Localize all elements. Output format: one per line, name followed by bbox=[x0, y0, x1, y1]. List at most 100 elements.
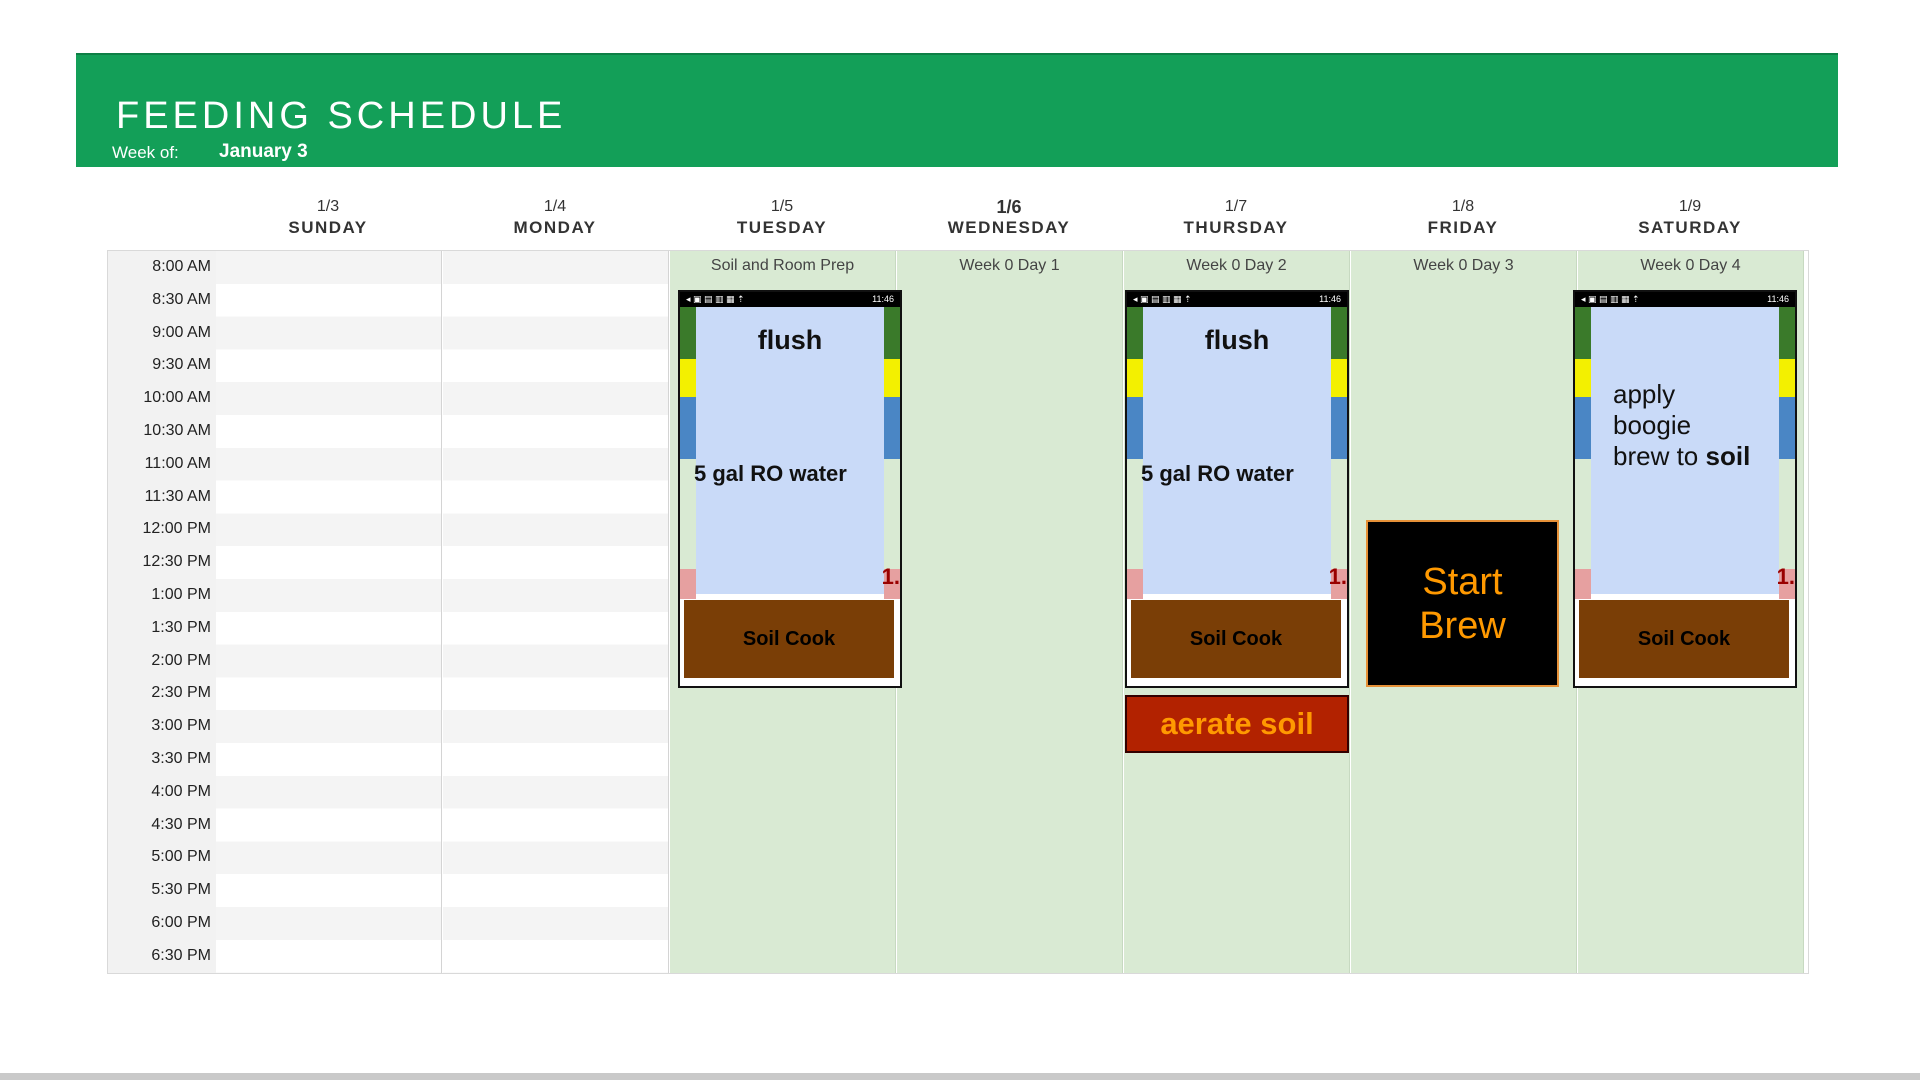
time-label: 11:30 AM bbox=[144, 487, 211, 505]
event-title: flush bbox=[1204, 325, 1270, 355]
event-card-thursday[interactable]: ◂ ▣ ▤ ▥ ▦ ⇡ 11:46 flush 5 gal RO water 1… bbox=[1125, 290, 1349, 688]
status-icons: ◂ ▣ ▤ ▥ ▦ ⇡ bbox=[686, 294, 745, 304]
instruction-line: apply bbox=[1613, 379, 1676, 409]
week-of-value[interactable]: January 3 bbox=[219, 141, 308, 163]
start-brew-event[interactable]: Start Brew bbox=[1366, 520, 1559, 687]
time-label: 4:00 PM bbox=[151, 782, 211, 800]
event-card-saturday[interactable]: ◂ ▣ ▤ ▥ ▦ ⇡ 11:46 apply boogie brew to s… bbox=[1573, 290, 1797, 688]
day-label: Soil and Room Prep bbox=[710, 257, 855, 274]
event-card-tuesday[interactable]: ◂ ▣ ▤ ▥ ▦ ⇡ 11:46 flush 5 gal RO water 1… bbox=[678, 290, 902, 688]
color-stripe bbox=[1331, 359, 1347, 397]
aerate-soil-event[interactable]: aerate soil bbox=[1125, 695, 1349, 753]
event-detail: 5 gal RO water bbox=[1141, 461, 1294, 486]
day-label: Week 0 Day 1 bbox=[959, 257, 1060, 274]
time-label: 6:00 PM bbox=[151, 913, 211, 931]
color-stripe bbox=[884, 307, 900, 359]
time-label: 12:00 PM bbox=[142, 520, 211, 538]
color-stripe bbox=[1127, 569, 1143, 599]
bottom-divider bbox=[0, 1073, 1920, 1080]
time-label: 9:30 AM bbox=[152, 356, 211, 374]
day-date: 1/6 bbox=[996, 197, 1022, 217]
day-label: Week 0 Day 4 bbox=[1640, 257, 1741, 274]
color-stripe bbox=[1127, 359, 1143, 397]
day-date: 1/7 bbox=[1224, 198, 1248, 215]
time-label: 2:30 PM bbox=[151, 684, 211, 702]
instruction-line: boogie bbox=[1613, 410, 1692, 440]
color-stripe bbox=[1779, 397, 1795, 459]
color-stripe bbox=[1127, 397, 1143, 459]
color-stripe bbox=[680, 569, 696, 599]
status-time: 11:46 bbox=[1767, 294, 1789, 304]
time-label: 3:30 PM bbox=[151, 749, 211, 767]
day-date: 1/3 bbox=[316, 198, 340, 215]
event-number: 1. bbox=[1776, 564, 1795, 589]
phone-status-bar: ◂ ▣ ▤ ▥ ▦ ⇡ 11:46 bbox=[1575, 292, 1795, 307]
status-time: 11:46 bbox=[1319, 294, 1341, 304]
status-icons: ◂ ▣ ▤ ▥ ▦ ⇡ bbox=[1133, 294, 1192, 304]
color-stripe bbox=[680, 307, 696, 359]
day-column-monday[interactable] bbox=[443, 251, 669, 973]
header-banner: FEEDING SCHEDULE Week of: January 3 bbox=[76, 53, 1838, 167]
color-stripe bbox=[1127, 307, 1143, 359]
time-label: 5:00 PM bbox=[151, 848, 211, 866]
time-label: 10:00 AM bbox=[143, 389, 211, 407]
color-stripe bbox=[1779, 459, 1795, 569]
phone-status-bar: ◂ ▣ ▤ ▥ ▦ ⇡ 11:46 bbox=[680, 292, 900, 307]
time-label: 1:30 PM bbox=[151, 618, 211, 636]
time-label: 4:30 PM bbox=[151, 815, 211, 833]
event-number: 1. bbox=[1328, 564, 1347, 589]
event-body: flush 5 gal RO water bbox=[694, 307, 884, 594]
time-label: 10:30 AM bbox=[143, 421, 211, 439]
color-stripe bbox=[884, 397, 900, 459]
day-name: SATURDAY bbox=[1638, 218, 1742, 237]
color-stripe bbox=[1575, 307, 1591, 359]
day-name: WEDNESDAY bbox=[947, 218, 1071, 237]
color-stripe bbox=[680, 397, 696, 459]
time-label: 9:00 AM bbox=[152, 323, 211, 341]
day-date: 1/4 bbox=[543, 198, 567, 215]
phone-status-bar: ◂ ▣ ▤ ▥ ▦ ⇡ 11:46 bbox=[1127, 292, 1347, 307]
time-label: 11:00 AM bbox=[144, 454, 211, 472]
color-stripe bbox=[884, 459, 900, 569]
color-stripe bbox=[1575, 569, 1591, 599]
time-label: 2:00 PM bbox=[151, 651, 211, 669]
day-column-sunday[interactable] bbox=[216, 251, 442, 973]
day-name: FRIDAY bbox=[1427, 218, 1499, 237]
day-header-monday: 1/4 MONDAY bbox=[442, 196, 668, 238]
soil-cook-label[interactable]: Soil Cook bbox=[684, 600, 894, 678]
day-date: 1/5 bbox=[770, 198, 794, 215]
color-stripe bbox=[1575, 359, 1591, 397]
time-label: 6:30 PM bbox=[151, 946, 211, 964]
color-stripe bbox=[1779, 359, 1795, 397]
time-label: 8:00 AM bbox=[152, 258, 211, 275]
time-label: 12:30 PM bbox=[142, 553, 211, 571]
day-name: SUNDAY bbox=[288, 218, 368, 237]
color-stripe bbox=[1331, 397, 1347, 459]
time-label: 1:00 PM bbox=[151, 585, 211, 603]
day-label: Week 0 Day 2 bbox=[1186, 257, 1287, 274]
day-header-wednesday: 1/6 WEDNESDAY bbox=[896, 196, 1122, 238]
start-brew-line: Start bbox=[1422, 560, 1503, 603]
day-date: 1/9 bbox=[1678, 198, 1702, 215]
instruction-text: brew to bbox=[1613, 441, 1706, 471]
time-column: 8:00 AM 8:30 AM 9:00 AM 9:30 AM 10:00 AM… bbox=[108, 251, 217, 973]
day-header-saturday: 1/9 SATURDAY bbox=[1577, 196, 1803, 238]
page-title: FEEDING SCHEDULE bbox=[116, 95, 567, 137]
day-column-wednesday[interactable]: Week 0 Day 1 bbox=[897, 251, 1123, 973]
color-stripe bbox=[1779, 307, 1795, 359]
color-stripe bbox=[680, 359, 696, 397]
time-label: 8:30 AM bbox=[152, 290, 211, 308]
event-detail: 5 gal RO water bbox=[694, 461, 847, 486]
soil-cook-label[interactable]: Soil Cook bbox=[1579, 600, 1789, 678]
color-stripe bbox=[1331, 459, 1347, 569]
soil-cook-label[interactable]: Soil Cook bbox=[1131, 600, 1341, 678]
start-brew-line: Brew bbox=[1419, 604, 1506, 647]
event-title: flush bbox=[757, 325, 823, 355]
color-stripe bbox=[1331, 307, 1347, 359]
instruction-line: brew to soil bbox=[1613, 441, 1750, 472]
color-stripe bbox=[1575, 397, 1591, 459]
day-header-friday: 1/8 FRIDAY bbox=[1350, 196, 1576, 238]
color-stripe bbox=[1575, 459, 1591, 569]
day-header-sunday: 1/3 SUNDAY bbox=[215, 196, 441, 238]
day-name: MONDAY bbox=[513, 218, 597, 237]
